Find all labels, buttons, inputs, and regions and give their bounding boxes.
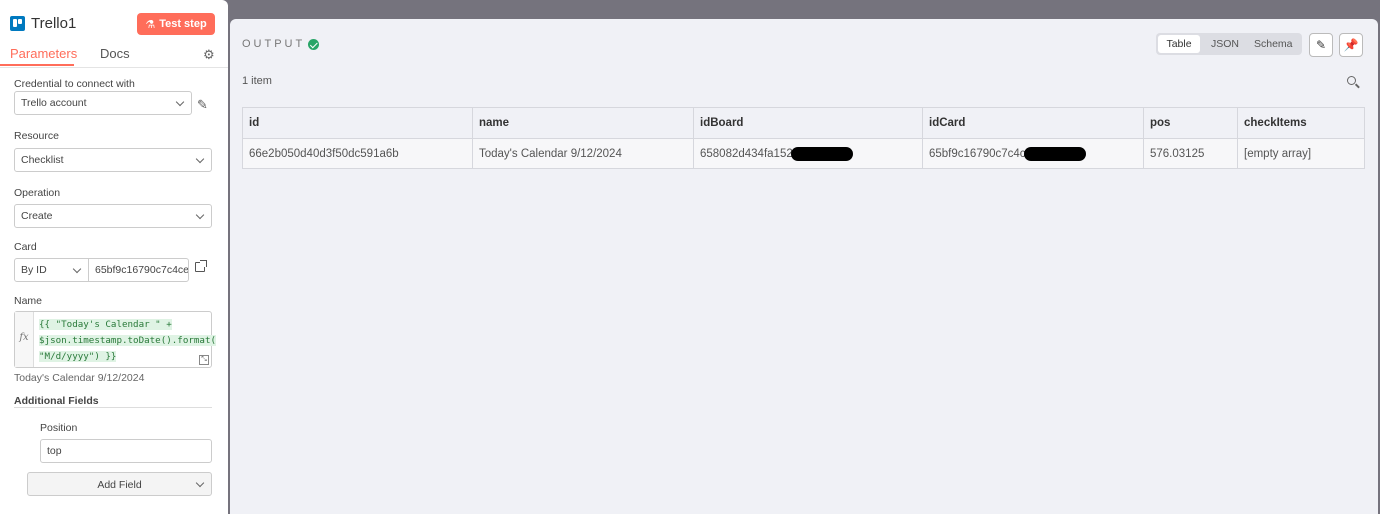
column-header-pos[interactable]: pos bbox=[1143, 107, 1238, 139]
operation-label: Operation bbox=[14, 187, 61, 199]
tab-docs[interactable]: Docs bbox=[100, 46, 130, 61]
output-table: id name idBoard idCard pos checkItems 66… bbox=[242, 107, 1365, 169]
position-input[interactable]: top bbox=[40, 439, 212, 463]
card-mode-value: By ID bbox=[21, 264, 47, 276]
node-parameters-panel: Trello1 ⚗ Test step Parameters Docs ⚙ Cr… bbox=[0, 0, 228, 514]
cell-name[interactable]: Today's Calendar 9/12/2024 bbox=[472, 138, 694, 169]
expression-code: {{ "Today's Calendar " + $json.timestamp… bbox=[39, 319, 217, 362]
view-toggle: Table JSON Schema bbox=[1156, 33, 1302, 55]
view-table-button[interactable]: Table bbox=[1158, 35, 1200, 53]
chevron-down-icon bbox=[195, 154, 205, 164]
card-mode-select[interactable]: By ID bbox=[14, 258, 89, 282]
add-field-button[interactable]: Add Field bbox=[27, 472, 212, 496]
flask-icon: ⚗ bbox=[145, 18, 156, 31]
expand-icon[interactable]: ⤡ bbox=[199, 355, 209, 365]
item-count: 1 item bbox=[242, 75, 272, 87]
output-title: OUTPUT bbox=[242, 38, 306, 50]
cell-id[interactable]: 66e2b050d40d3f50dc591a6b bbox=[242, 138, 473, 169]
redaction-mark bbox=[1023, 146, 1086, 161]
chevron-down-icon bbox=[195, 478, 205, 488]
name-expression-editor[interactable]: fx {{ "Today's Calendar " + $json.timest… bbox=[14, 311, 217, 368]
idboard-value: 658082d434fa152 bbox=[700, 147, 793, 160]
column-header-id[interactable]: id bbox=[242, 107, 473, 139]
tab-parameters[interactable]: Parameters bbox=[10, 46, 77, 61]
fx-icon: fx bbox=[15, 312, 34, 367]
test-step-button[interactable]: ⚗ Test step bbox=[137, 13, 215, 35]
credential-select[interactable]: Trello account bbox=[14, 91, 192, 115]
pencil-icon: ✎ bbox=[1315, 38, 1327, 52]
name-label: Name bbox=[14, 295, 43, 307]
table-header-row: id name idBoard idCard pos checkItems bbox=[242, 107, 1365, 139]
table-row: 66e2b050d40d3f50dc591a6b Today's Calenda… bbox=[242, 138, 1365, 169]
cell-checkitems[interactable]: [empty array] bbox=[1237, 138, 1365, 169]
edit-output-button[interactable]: ✎ bbox=[1309, 33, 1333, 57]
divider bbox=[14, 407, 212, 408]
test-step-label: Test step bbox=[159, 18, 207, 30]
credential-label: Credential to connect with bbox=[14, 78, 135, 90]
column-header-idcard[interactable]: idCard bbox=[922, 107, 1144, 139]
active-tab-indicator bbox=[0, 64, 74, 66]
operation-value: Create bbox=[21, 210, 53, 222]
credential-value: Trello account bbox=[21, 97, 87, 109]
view-schema-button[interactable]: Schema bbox=[1254, 38, 1293, 50]
operation-select[interactable]: Create bbox=[14, 204, 212, 228]
gear-icon[interactable]: ⚙ bbox=[203, 47, 215, 63]
resource-value: Checklist bbox=[21, 154, 64, 166]
idcard-value: 65bf9c16790c7c4c bbox=[929, 147, 1026, 160]
pin-icon: 📌 bbox=[1343, 38, 1359, 52]
success-check-icon bbox=[308, 39, 319, 50]
chevron-down-icon bbox=[175, 97, 185, 107]
card-id-input[interactable]: 65bf9c16790c7c4cea bbox=[88, 258, 189, 282]
expression-result: Today's Calendar 9/12/2024 bbox=[14, 372, 145, 384]
chevron-down-icon bbox=[72, 264, 82, 274]
output-panel: OUTPUT Table JSON Schema ✎ 📌 1 item id n… bbox=[230, 19, 1378, 514]
view-json-button[interactable]: JSON bbox=[1211, 38, 1239, 50]
search-icon[interactable] bbox=[1347, 76, 1356, 85]
node-header: Trello1 ⚗ Test step bbox=[0, 0, 228, 45]
external-link-icon[interactable] bbox=[195, 260, 207, 272]
panel-tabs: Parameters Docs ⚙ bbox=[0, 44, 228, 68]
column-header-idboard[interactable]: idBoard bbox=[693, 107, 923, 139]
resource-select[interactable]: Checklist bbox=[14, 148, 212, 172]
cell-idboard[interactable]: 658082d434fa152 bbox=[693, 138, 923, 169]
pin-data-button[interactable]: 📌 bbox=[1339, 33, 1363, 57]
card-label: Card bbox=[14, 241, 37, 253]
pencil-icon[interactable]: ✎ bbox=[197, 97, 208, 113]
column-header-checkitems[interactable]: checkItems bbox=[1237, 107, 1365, 139]
column-header-name[interactable]: name bbox=[472, 107, 694, 139]
node-title[interactable]: Trello1 bbox=[31, 15, 76, 32]
resource-label: Resource bbox=[14, 130, 59, 142]
chevron-down-icon bbox=[195, 210, 205, 220]
add-field-label: Add Field bbox=[97, 479, 142, 491]
position-label: Position bbox=[40, 422, 78, 434]
trello-icon bbox=[10, 16, 25, 31]
additional-fields-title: Additional Fields bbox=[14, 395, 99, 407]
redaction-mark bbox=[790, 146, 853, 161]
cell-pos[interactable]: 576.03125 bbox=[1143, 138, 1238, 169]
cell-idcard[interactable]: 65bf9c16790c7c4c bbox=[922, 138, 1144, 169]
